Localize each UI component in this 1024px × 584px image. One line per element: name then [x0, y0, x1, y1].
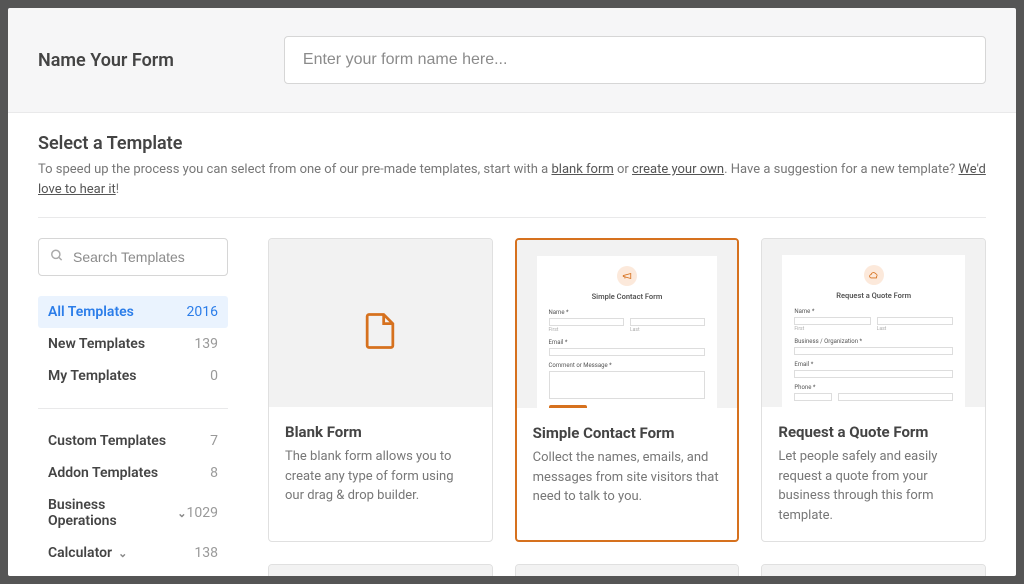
section-description: To speed up the process you can select f…	[38, 160, 986, 199]
category-count: 7	[210, 433, 218, 449]
template-description: Collect the names, emails, and messages …	[533, 448, 722, 507]
template-card[interactable]: Simple Contact FormName *FirstLastEmail …	[515, 238, 740, 542]
category-item[interactable]: All Templates 2016	[38, 296, 228, 328]
sidebar: All Templates 2016 New Templates 139 My Temp…	[38, 238, 228, 576]
form-name-input[interactable]	[284, 36, 986, 84]
template-icon	[864, 265, 884, 285]
template-preview: Request a Quote FormName *FirstLastBusin…	[762, 239, 985, 407]
category-count: 2016	[187, 304, 218, 320]
template-body: Blank Form The blank form allows you to c…	[269, 407, 492, 522]
template-grid-wrap: Blank Form The blank form allows you to c…	[268, 238, 986, 576]
template-card[interactable]: Newsletter Signup FormName *FirstLastEma…	[761, 564, 986, 576]
category-item[interactable]: My Templates 0	[38, 360, 228, 392]
category-label: Custom Templates	[48, 433, 166, 449]
name-form-label: Name Your Form	[38, 50, 174, 71]
chevron-down-icon: ⌄	[118, 547, 127, 560]
select-template-section: Select a Template To speed up the proces…	[8, 113, 1016, 199]
template-title: Simple Contact Form	[533, 424, 722, 442]
category-count: 0	[210, 368, 218, 384]
category-count: 139	[194, 336, 218, 352]
category-label: My Templates	[48, 368, 136, 384]
template-card[interactable]: Blank Form The blank form allows you to c…	[268, 238, 493, 542]
template-picker-modal: Name Your Form Select a Template To spee…	[8, 8, 1016, 576]
category-item[interactable]: Addon Templates 8	[38, 457, 228, 489]
category-item[interactable]: New Templates 139	[38, 328, 228, 360]
header: Name Your Form	[8, 8, 1016, 113]
chevron-down-icon: ⌄	[177, 507, 186, 520]
create-your-own-link[interactable]: create your own	[632, 162, 724, 177]
category-item[interactable]: Custom Templates 7	[38, 425, 228, 457]
template-grid: Blank Form The blank form allows you to c…	[268, 238, 986, 576]
search-wrap	[38, 238, 228, 276]
main-area: All Templates 2016 New Templates 139 My Temp…	[8, 218, 1016, 576]
blank-form-link[interactable]: blank form	[551, 162, 613, 177]
category-label: Calculator	[48, 545, 112, 561]
search-templates-input[interactable]	[38, 238, 228, 276]
category-label: Addon Templates	[48, 465, 158, 481]
search-icon	[50, 248, 64, 267]
template-preview: Billing / Order FormName *FirstLastEmail…	[516, 565, 739, 576]
template-title: Request a Quote Form	[778, 423, 969, 441]
category-count: 138	[194, 545, 218, 561]
section-title: Select a Template	[38, 133, 986, 154]
template-description: Let people safely and easily request a q…	[778, 447, 969, 525]
template-title: Blank Form	[285, 423, 476, 441]
template-preview: Simple Contact FormName *FirstLastEmail …	[517, 240, 738, 408]
category-divider	[38, 408, 228, 409]
category-count: 1029	[187, 505, 218, 521]
template-description: The blank form allows you to create any …	[285, 447, 476, 506]
category-count: 8	[210, 465, 218, 481]
template-preview	[269, 239, 492, 407]
category-label: Business Operations	[48, 497, 171, 529]
category-label: All Templates	[48, 304, 134, 320]
template-preview: Donation FormName *FirstLastEmail *	[269, 565, 492, 576]
template-card[interactable]: Request a Quote FormName *FirstLastBusin…	[761, 238, 986, 542]
template-body: Request a Quote Form Let people safely an…	[762, 407, 985, 541]
category-item[interactable]: Business Operations ⌄1029	[38, 489, 228, 537]
template-body: Simple Contact Form Collect the names, em…	[517, 408, 738, 523]
category-item[interactable]: Customer Service⌄217	[38, 569, 228, 576]
template-card[interactable]: Donation FormName *FirstLastEmail *Donat…	[268, 564, 493, 576]
template-icon	[617, 266, 637, 286]
category-label: New Templates	[48, 336, 145, 352]
category-list-top: All Templates 2016 New Templates 139 My Temp…	[38, 296, 228, 392]
template-card[interactable]: Billing / Order FormName *FirstLastEmail…	[515, 564, 740, 576]
category-list-bottom: Custom Templates 7 Addon Templates 8 Busines…	[38, 425, 228, 576]
category-item[interactable]: Calculator ⌄ 138	[38, 537, 228, 569]
template-preview: Newsletter Signup FormName *FirstLastEma…	[762, 565, 985, 576]
